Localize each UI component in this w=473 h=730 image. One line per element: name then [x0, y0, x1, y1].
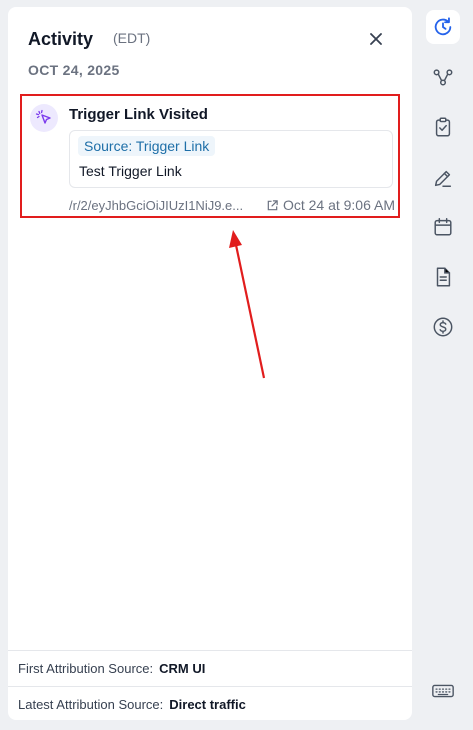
calendar-icon [434, 218, 452, 236]
tasks-clipboard-icon [435, 117, 451, 137]
notes-pen-icon [434, 170, 452, 187]
latest-attribution-label: Latest Attribution Source: [18, 697, 164, 712]
rail-documents-button[interactable] [426, 260, 460, 294]
payments-dollar-icon [433, 317, 453, 337]
event-details-card: Source: Trigger Link Test Trigger Link [69, 130, 393, 188]
rail-keyboard-button[interactable] [426, 674, 460, 708]
event-title: Trigger Link Visited [69, 106, 208, 123]
cursor-click-icon [30, 104, 58, 132]
event-content: Test Trigger Link [79, 163, 182, 179]
rail-workflow-button[interactable] [426, 60, 460, 94]
first-attribution-value: CRM UI [159, 661, 206, 676]
event-timestamp-group[interactable]: Oct 24 at 9:06 AM [266, 197, 395, 213]
first-attribution-row: First Attribution Source: CRM UI [8, 650, 412, 686]
timezone-label: (EDT) [113, 30, 151, 46]
latest-attribution-row: Latest Attribution Source: Direct traffi… [8, 686, 412, 720]
external-link-icon [267, 199, 278, 210]
source-badge: Source: Trigger Link [78, 136, 216, 156]
document-icon [436, 267, 451, 287]
close-icon [370, 33, 382, 45]
rail-notes-button[interactable] [426, 161, 460, 195]
activity-date-heading: OCT 24, 2025 [28, 62, 120, 78]
rail-calendar-button[interactable] [426, 210, 460, 244]
activity-event-item[interactable]: Trigger Link Visited Source: Trigger Lin… [20, 94, 400, 218]
activity-clock-icon [434, 17, 452, 36]
rail-payments-button[interactable] [426, 310, 460, 344]
rail-tasks-button[interactable] [426, 110, 460, 144]
keyboard-icon [432, 684, 454, 698]
event-meta: /r/2/eyJhbGciOiJIUzI1NiJ9.e... Oct 24 at… [69, 197, 395, 215]
right-icon-rail [412, 0, 473, 730]
activity-title: Activity [28, 29, 94, 49]
latest-attribution-value: Direct traffic [169, 697, 246, 712]
first-attribution-label: First Attribution Source: [18, 661, 154, 676]
rail-activity-button[interactable] [426, 10, 460, 44]
activity-header: Activity (EDT) [28, 27, 392, 57]
workflow-icon [433, 69, 453, 86]
event-timestamp: Oct 24 at 9:06 AM [282, 197, 395, 213]
close-button[interactable] [364, 27, 388, 51]
trigger-link-url[interactable]: /r/2/eyJhbGciOiJIUzI1NiJ9.e... [69, 198, 249, 213]
activity-panel: Activity (EDT) OCT 24, 2025 Trigger Link… [8, 7, 412, 720]
